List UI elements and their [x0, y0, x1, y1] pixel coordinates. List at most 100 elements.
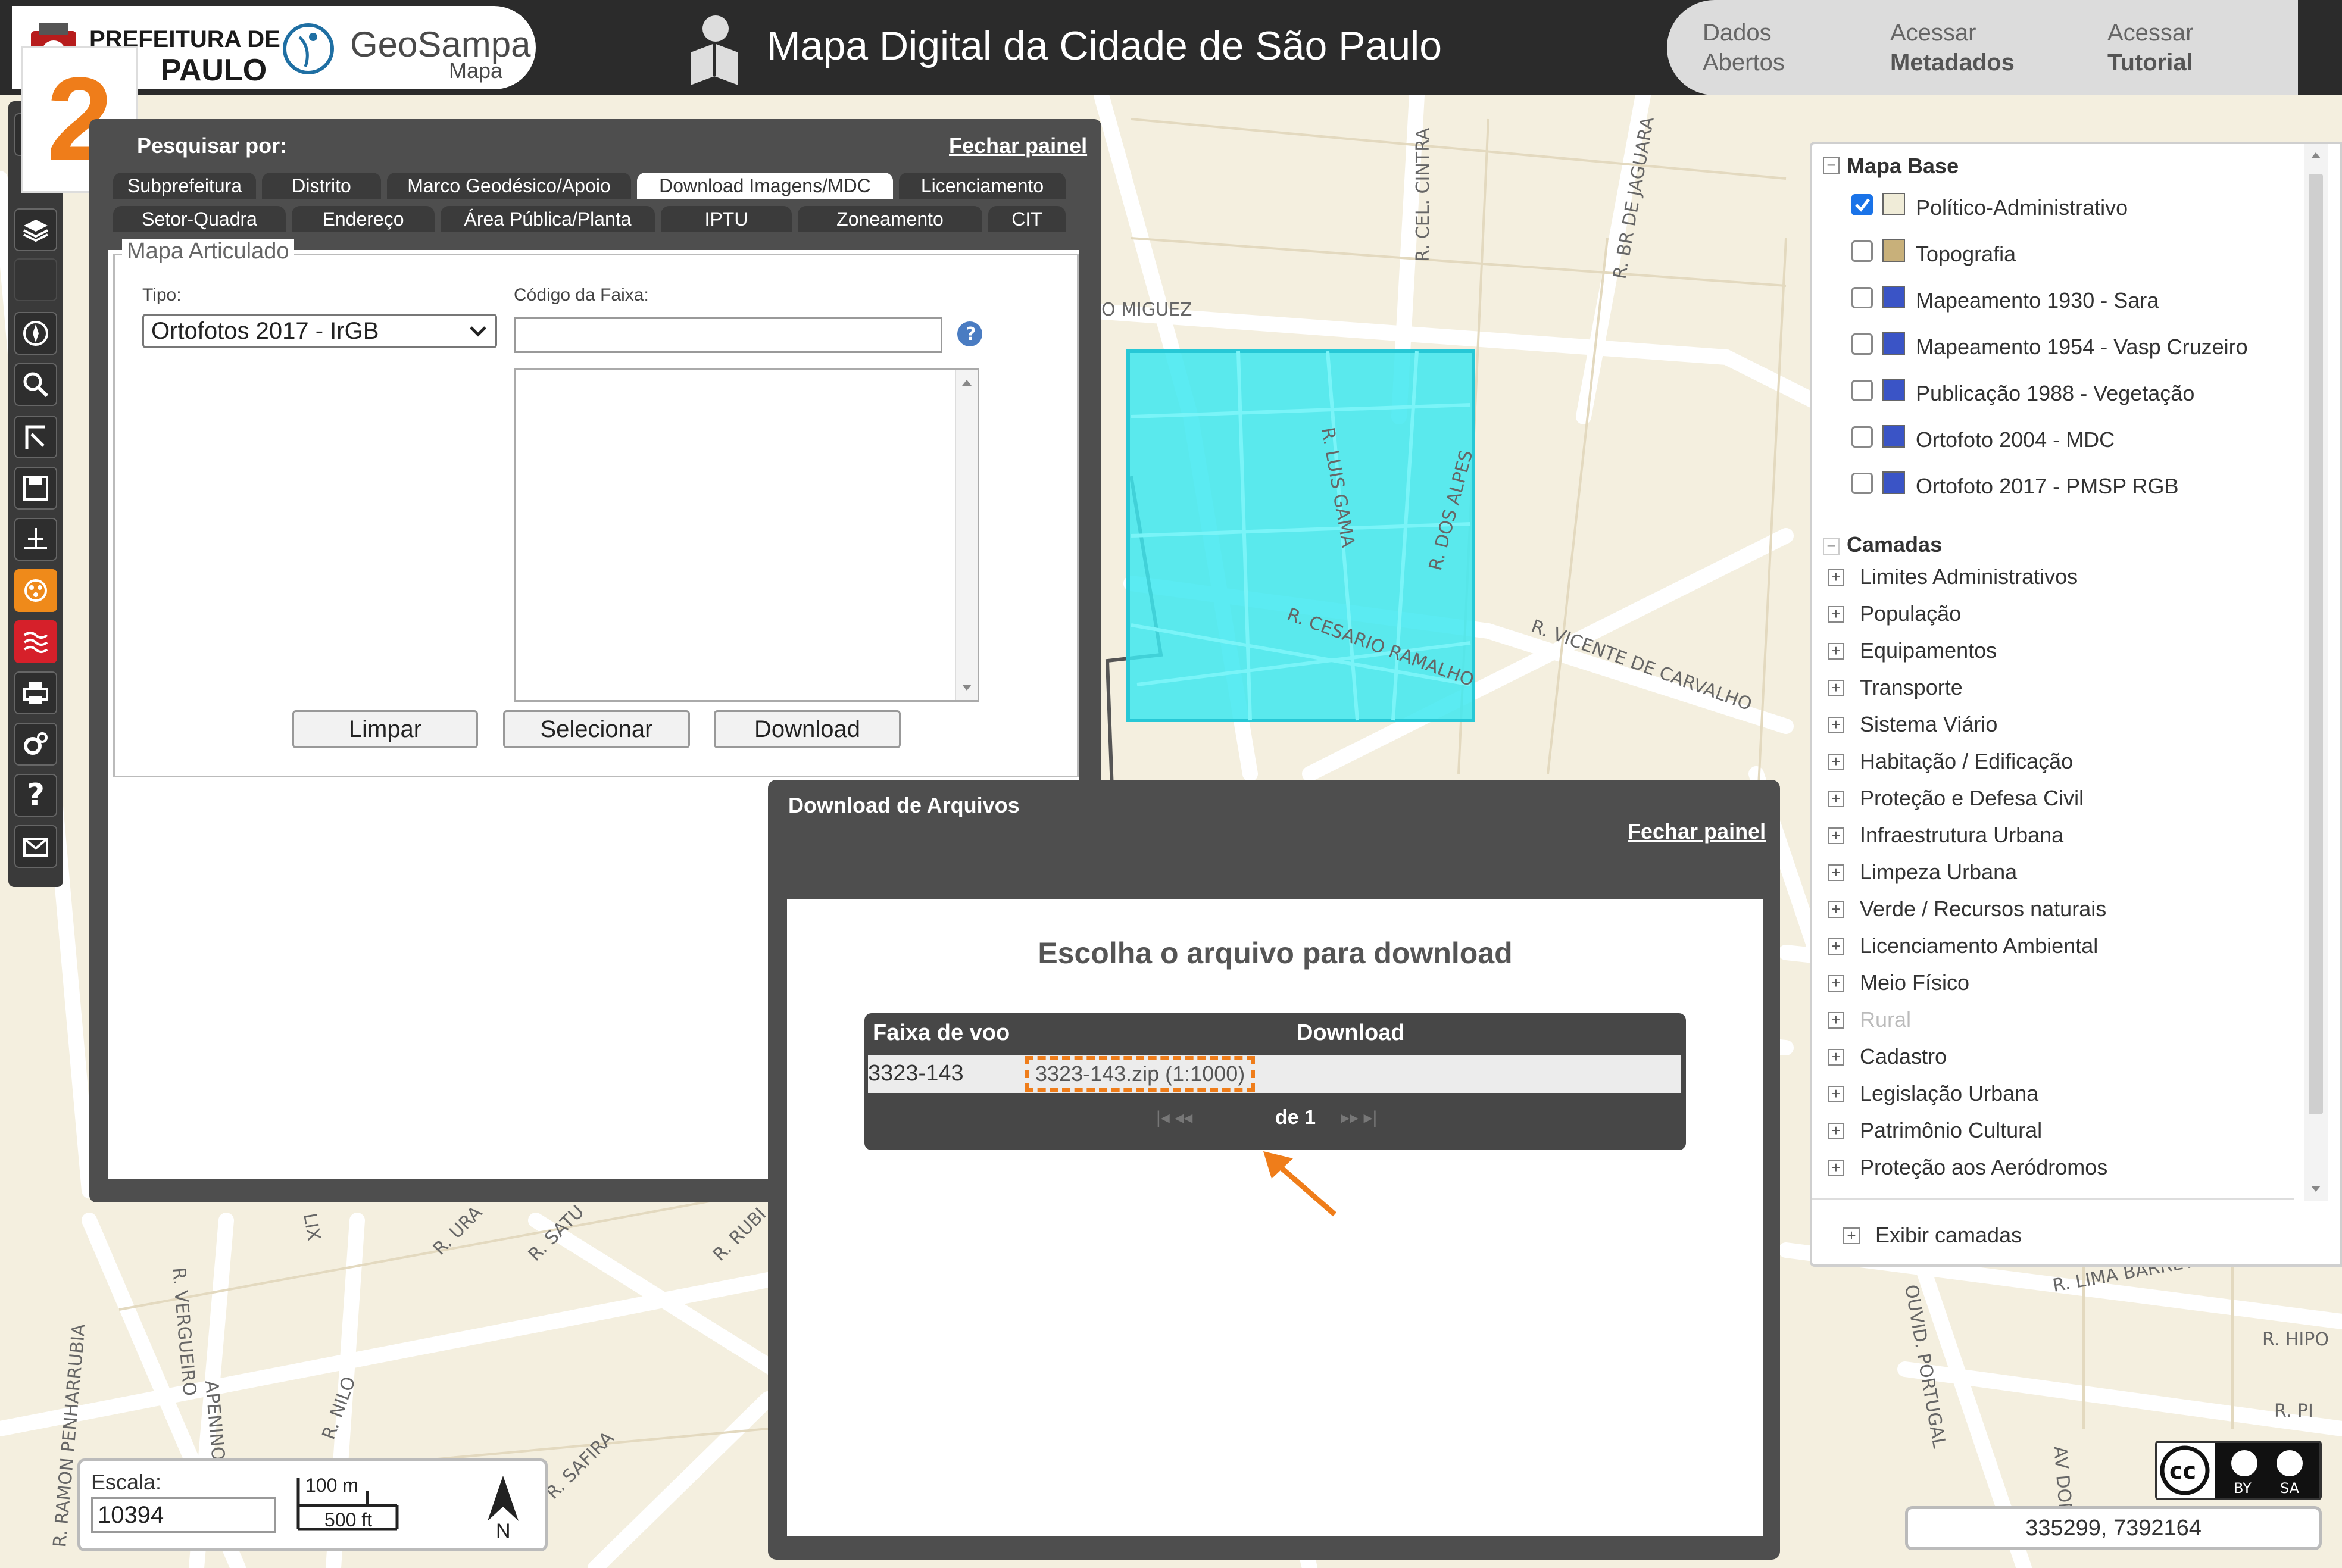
expand-icon[interactable]: +	[1828, 1160, 1844, 1176]
expand-icon[interactable]: +	[1828, 864, 1844, 881]
tab-zoneamento[interactable]: Zoneamento	[798, 206, 982, 232]
last-page-icon[interactable]: ▸▸ ▸|	[1341, 1107, 1377, 1128]
layer-item[interactable]: Cadastro	[1860, 1044, 1947, 1069]
elevation-icon[interactable]	[14, 518, 57, 561]
compass-icon[interactable]	[14, 312, 57, 355]
codigo-faixa-input[interactable]	[514, 317, 942, 353]
download-button[interactable]: Download	[714, 710, 901, 748]
expand-icon[interactable]: +	[1828, 606, 1844, 623]
scale-box: Escala: 10394 100 m 500 ft N	[77, 1458, 548, 1551]
layer-item[interactable]: Proteção aos Aeródromos	[1860, 1155, 2107, 1180]
expand-icon[interactable]: +	[1828, 1123, 1844, 1139]
layer-item[interactable]: Sistema Viário	[1860, 712, 1997, 737]
scale-input[interactable]: 10394	[91, 1497, 276, 1533]
expand-icon[interactable]: +	[1828, 1049, 1844, 1066]
expand-icon[interactable]: +	[1828, 680, 1844, 696]
save-icon[interactable]	[14, 467, 57, 510]
expand-icon[interactable]: +	[1828, 1012, 1844, 1029]
tab-marco-geodesico[interactable]: Marco Geodésico/Apoio	[387, 173, 631, 199]
base-item-6[interactable]: Ortofoto 2017 - PMSP RGB	[1916, 474, 2179, 499]
expand-icon[interactable]: +	[1828, 754, 1844, 770]
measure-icon[interactable]	[14, 416, 57, 458]
show-layers-toggle[interactable]: Exibir camadas	[1875, 1223, 2022, 1248]
expand-icon[interactable]: +	[1828, 791, 1844, 807]
layer-item[interactable]: Patrimônio Cultural	[1860, 1118, 2042, 1143]
base-item-0[interactable]: Político-Administrativo	[1916, 195, 2128, 220]
search-icon[interactable]	[14, 363, 57, 406]
base-checkbox-5[interactable]	[1851, 426, 1873, 448]
flood-icon[interactable]	[14, 620, 57, 663]
download-panel-close[interactable]: Fechar painel	[1628, 819, 1766, 844]
expand-icon[interactable]: +	[1828, 1086, 1844, 1102]
tab-setor-quadra[interactable]: Setor-Quadra	[113, 206, 286, 232]
settings-icon[interactable]	[14, 723, 57, 766]
layer-item[interactable]: Proteção e Defesa Civil	[1860, 786, 2084, 811]
tab-endereco[interactable]: Endereço	[292, 206, 435, 232]
base-checkbox-1[interactable]	[1851, 240, 1873, 262]
scroll-thumb[interactable]	[2309, 174, 2323, 1114]
layer-item[interactable]: Verde / Recursos naturais	[1860, 897, 2106, 922]
link-open-data[interactable]: Dados Abertos	[1703, 18, 1785, 77]
expand-icon[interactable]: +	[1828, 827, 1844, 844]
raster-swatch-icon	[1882, 332, 1905, 355]
base-item-4[interactable]: Publicação 1988 - Vegetação	[1916, 381, 2194, 406]
tab-iptu[interactable]: IPTU	[661, 206, 792, 232]
layer-item[interactable]: Habitação / Edificação	[1860, 749, 2073, 774]
info-icon[interactable]	[14, 258, 57, 301]
tipo-select[interactable]: Ortofotos 2017 - IrGB	[142, 314, 497, 348]
layer-item[interactable]: Licenciamento Ambiental	[1860, 933, 2098, 958]
base-checkbox-2[interactable]	[1851, 287, 1873, 308]
link-metadata[interactable]: Acessar Metadados	[1890, 18, 2015, 77]
expand-icon[interactable]: +	[1828, 938, 1844, 955]
layer-item[interactable]: Legislação Urbana	[1860, 1081, 2038, 1106]
layer-item[interactable]: Transporte	[1860, 675, 1963, 700]
base-checkbox-6[interactable]	[1851, 473, 1873, 494]
layer-item[interactable]: Equipamentos	[1860, 638, 1997, 663]
layer-item[interactable]: Limpeza Urbana	[1860, 860, 2017, 885]
print-icon[interactable]	[14, 671, 57, 714]
select-button[interactable]: Selecionar	[503, 710, 690, 748]
base-item-3[interactable]: Mapeamento 1954 - Vasp Cruzeiro	[1916, 335, 2248, 360]
collapse-base-icon[interactable]: −	[1823, 157, 1840, 174]
table-row[interactable]: 3323-143 3323-143.zip (1:1000)	[868, 1055, 1681, 1093]
layer-item[interactable]: Infraestrutura Urbana	[1860, 823, 2063, 848]
first-page-icon[interactable]: |◂ ◂◂	[1156, 1107, 1192, 1128]
help-info-icon[interactable]: ?	[955, 320, 984, 348]
mail-icon[interactable]	[14, 825, 57, 868]
base-checkbox-0[interactable]	[1851, 194, 1873, 215]
tab-area-publica[interactable]: Área Pública/Planta	[441, 206, 655, 232]
tab-download-imagens[interactable]: Download Imagens/MDC	[637, 173, 893, 199]
expand-icon[interactable]: +	[1828, 643, 1844, 660]
base-item-2[interactable]: Mapeamento 1930 - Sara	[1916, 288, 2159, 313]
expand-icon[interactable]: +	[1828, 975, 1844, 992]
layer-item[interactable]: População	[1860, 601, 1961, 626]
layers-scrollbar[interactable]	[2304, 144, 2328, 1201]
expand-icon[interactable]: +	[1828, 717, 1844, 733]
collapse-layers-icon[interactable]: −	[1823, 538, 1840, 555]
filter-icon[interactable]	[14, 569, 57, 612]
layers-icon[interactable]	[14, 208, 57, 251]
base-item-5[interactable]: Ortofoto 2004 - MDC	[1916, 427, 2115, 452]
faixa-list-box[interactable]	[514, 368, 979, 702]
tab-distrito[interactable]: Distrito	[262, 173, 381, 199]
creative-commons-badge[interactable]: cc BY SA	[2155, 1441, 2322, 1500]
base-checkbox-3[interactable]	[1851, 333, 1873, 355]
expand-icon[interactable]: +	[1828, 569, 1844, 586]
layer-item[interactable]: Meio Físico	[1860, 970, 1969, 995]
list-scrollbar[interactable]	[955, 370, 978, 700]
tab-cit[interactable]: CIT	[988, 206, 1066, 232]
clear-button[interactable]: Limpar	[292, 710, 478, 748]
expand-icon[interactable]: +	[1828, 901, 1844, 918]
tab-subprefeitura[interactable]: Subprefeitura	[113, 173, 256, 199]
expand-icon[interactable]: +	[1843, 1227, 1860, 1244]
arrow-pointer-icon	[1263, 1151, 1336, 1217]
download-file-link[interactable]: 3323-143.zip (1:1000)	[1025, 1056, 1255, 1092]
tab-licenciamento[interactable]: Licenciamento	[899, 173, 1066, 199]
search-panel-close[interactable]: Fechar painel	[949, 133, 1087, 158]
base-item-1[interactable]: Topografia	[1916, 242, 2016, 267]
layer-item[interactable]: Limites Administrativos	[1860, 564, 2078, 589]
base-checkbox-4[interactable]	[1851, 380, 1873, 401]
help-icon[interactable]: ?	[14, 774, 57, 817]
fieldset-legend: Mapa Articulado	[122, 239, 294, 264]
link-tutorial[interactable]: Acessar Tutorial	[2107, 18, 2194, 77]
